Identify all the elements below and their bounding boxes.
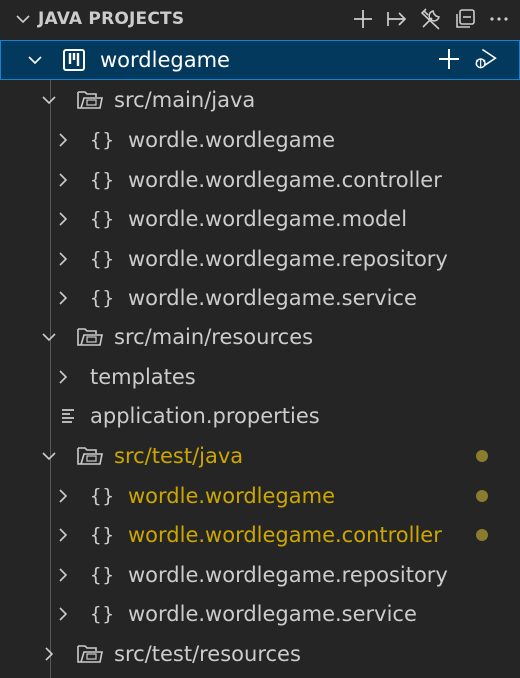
package-icon: {} [90, 564, 115, 586]
tree-item-source-folder[interactable]: src/main/java [0, 80, 520, 120]
modified-indicator [476, 490, 488, 502]
package-icon: {} [90, 603, 115, 625]
tree-item-package[interactable]: {} wordle.wordlegame.service [0, 278, 520, 318]
tree-item-package[interactable]: {} wordle.wordlegame.service [0, 594, 520, 634]
chevron-right-icon[interactable] [54, 605, 72, 623]
tree-item-label: wordle.wordlegame [128, 484, 335, 508]
chevron-down-icon[interactable] [40, 447, 58, 465]
tree-item-package[interactable]: {} wordle.wordlegame [0, 476, 520, 516]
package-folder-icon [76, 445, 104, 467]
chevron-right-icon[interactable] [54, 171, 72, 189]
section-title: JAVA PROJECTS [38, 9, 185, 29]
chevron-right-icon[interactable] [54, 526, 72, 544]
package-icon: {} [90, 169, 115, 191]
package-icon: {} [90, 208, 115, 230]
tree-item-source-folder[interactable]: src/test/resources [0, 634, 520, 674]
tree-item-folder[interactable]: templates [0, 357, 520, 397]
project-row-actions [436, 46, 498, 72]
package-icon: {} [90, 287, 115, 309]
tree-item-package[interactable]: {} wordle.wordlegame [0, 120, 520, 160]
java-projects-panel: JAVA PROJECTS wordlegame src/main/java {… [0, 0, 520, 678]
chevron-right-icon[interactable] [54, 566, 72, 584]
chevron-right-icon[interactable] [54, 487, 72, 505]
package-folder-icon [76, 643, 104, 665]
tree-item-package[interactable]: {} wordle.wordlegame.controller [0, 160, 520, 200]
tree-item-package[interactable]: {} wordle.wordlegame.repository [0, 555, 520, 595]
tree-item-label: wordle.wordlegame.controller [128, 523, 442, 547]
tree-item-label: wordle.wordlegame.service [128, 286, 417, 310]
tree-item-project-wordlegame[interactable]: wordlegame [0, 40, 520, 80]
package-icon: {} [90, 524, 115, 546]
tree-item-label: templates [90, 365, 196, 389]
package-icon: {} [90, 485, 115, 507]
tree-item-label: wordle.wordlegame.repository [128, 563, 448, 587]
tree-item-label: src/main/resources [114, 325, 314, 349]
properties-file-icon [60, 408, 78, 424]
tree-item-label: wordle.wordlegame.model [128, 207, 408, 231]
project-label: wordlegame [100, 48, 230, 72]
run-debug-icon[interactable] [472, 46, 498, 72]
tree-item-label: wordle.wordlegame [128, 128, 335, 152]
tree-item-file[interactable]: application.properties [0, 396, 520, 436]
package-icon: {} [90, 248, 115, 270]
chevron-down-icon[interactable] [40, 91, 58, 109]
tree-item-label: wordle.wordlegame.controller [128, 168, 442, 192]
tree-item-label: src/test/java [114, 444, 244, 468]
package-icon: {} [90, 129, 115, 151]
plus-icon[interactable] [436, 46, 462, 72]
modified-indicator [476, 529, 488, 541]
section-header[interactable]: JAVA PROJECTS [0, 0, 520, 38]
chevron-right-icon[interactable] [54, 289, 72, 307]
more-actions-icon[interactable] [486, 6, 512, 32]
chevron-right-icon[interactable] [40, 645, 58, 663]
tools-icon[interactable] [418, 6, 444, 32]
chevron-down-icon[interactable] [26, 51, 44, 69]
package-folder-icon [76, 326, 104, 348]
chevron-right-icon[interactable] [54, 210, 72, 228]
tree-item-package[interactable]: {} wordle.wordlegame.model [0, 199, 520, 239]
tree-item-source-folder[interactable]: src/test/java [0, 436, 520, 476]
plus-icon[interactable] [350, 6, 376, 32]
export-jar-icon[interactable] [384, 6, 410, 32]
tree-item-label: src/test/resources [114, 642, 301, 666]
chevron-right-icon[interactable] [54, 368, 72, 386]
tree-item-package[interactable]: {} wordle.wordlegame.controller [0, 515, 520, 555]
chevron-right-icon[interactable] [54, 131, 72, 149]
tree-item-label: application.properties [90, 404, 320, 428]
package-folder-icon [76, 89, 104, 111]
tree-item-package[interactable]: {} wordle.wordlegame.repository [0, 239, 520, 279]
tree-item-source-folder[interactable]: src/main/resources [0, 317, 520, 357]
tree-item-label: wordle.wordlegame.service [128, 602, 417, 626]
chevron-down-icon[interactable] [40, 328, 58, 346]
header-actions [350, 6, 512, 32]
modified-indicator [476, 450, 488, 462]
tree-item-label: src/main/java [114, 88, 256, 112]
chevron-down-icon[interactable] [14, 10, 32, 32]
chevron-right-icon[interactable] [54, 250, 72, 268]
tree-item-label: wordle.wordlegame.repository [128, 247, 448, 271]
collapse-all-icon[interactable] [452, 6, 478, 32]
project-board-icon [62, 48, 86, 72]
